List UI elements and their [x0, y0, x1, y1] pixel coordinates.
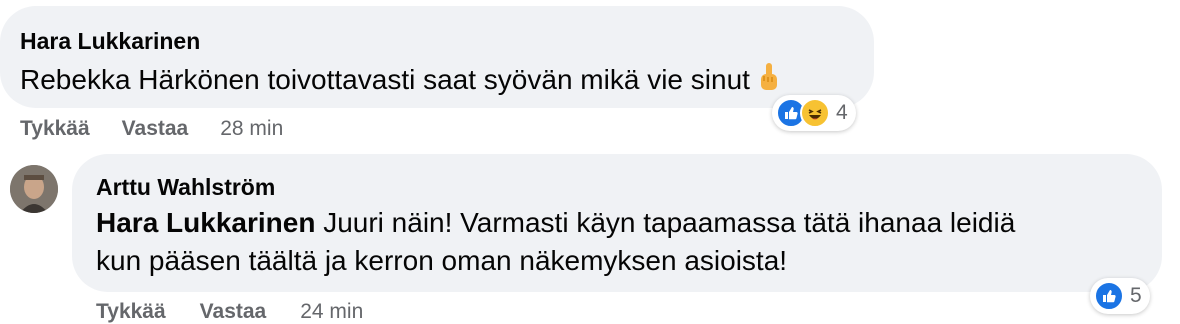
- avatar[interactable]: [10, 165, 58, 213]
- reply-button[interactable]: Vastaa: [122, 117, 189, 141]
- comment-timestamp[interactable]: 24 min: [300, 300, 363, 324]
- like-button[interactable]: Tykkää: [20, 117, 90, 141]
- comment-author[interactable]: Hara Lukkarinen: [20, 27, 200, 55]
- comment-author[interactable]: Arttu Wahlström: [96, 173, 275, 201]
- reaction-summary[interactable]: 5: [1090, 278, 1150, 314]
- comment-text: Hara Lukkarinen Juuri näin! Varmasti käy…: [96, 204, 1015, 280]
- comment-actions: Tykkää Vastaa 24 min: [96, 300, 363, 324]
- comment-text: Rebekka Härkönen toivottavasti saat syöv…: [20, 61, 780, 99]
- mention-link[interactable]: Hara Lukkarinen: [96, 207, 315, 238]
- comment-text-line: kun pääsen täältä ja kerron oman näkemyk…: [96, 245, 788, 276]
- like-reaction-icon: [1094, 281, 1124, 311]
- comment-timestamp[interactable]: 28 min: [220, 117, 283, 141]
- reaction-count: 4: [836, 101, 848, 124]
- comment-bubble: Arttu Wahlström Hara Lukkarinen Juuri nä…: [72, 154, 1162, 292]
- like-button[interactable]: Tykkää: [96, 300, 166, 324]
- reply-button[interactable]: Vastaa: [200, 300, 267, 324]
- comment-text-body: Juuri näin! Varmasti käyn tapaamassa tät…: [323, 207, 1016, 238]
- comment-text-body: Rebekka Härkönen toivottavasti saat syöv…: [20, 64, 750, 95]
- reaction-count: 5: [1130, 284, 1142, 307]
- comment-bubble: Hara Lukkarinen Rebekka Härkönen toivott…: [0, 6, 874, 108]
- comment-text-line: Hara Lukkarinen Juuri näin! Varmasti käy…: [96, 204, 1015, 242]
- middle-finger-emoji-icon: [760, 63, 777, 90]
- comment-actions: Tykkää Vastaa 28 min: [20, 117, 283, 141]
- reaction-summary[interactable]: 4: [772, 95, 856, 131]
- haha-reaction-icon: [800, 98, 830, 128]
